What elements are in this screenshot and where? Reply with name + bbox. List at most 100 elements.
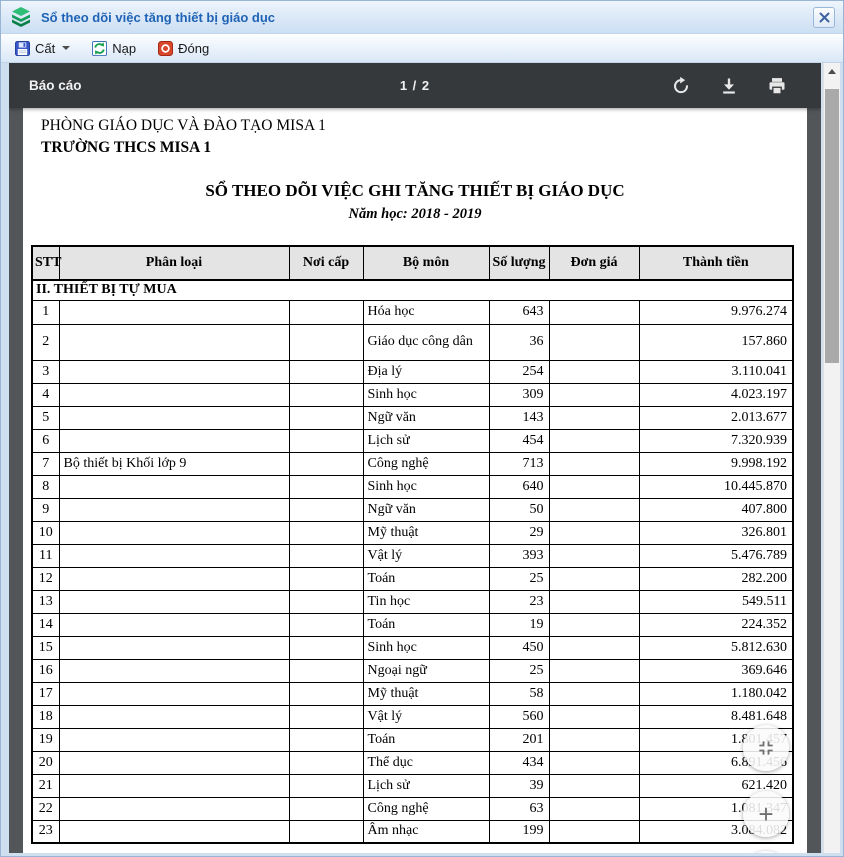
cell-phan-loai: Bộ thiết bị Khối lớp 9 — [58, 451, 290, 476]
cell-stt: 12 — [31, 566, 60, 591]
scroll-up-button[interactable] — [824, 63, 840, 80]
cell-thanh-tien: 5.476.789 — [638, 543, 794, 568]
table-row: 4 Sinh học 309 4.023.197 — [31, 382, 794, 407]
table-row: 17 Mỹ thuật 58 1.180.042 — [31, 681, 794, 706]
table-row: 15 Sinh học 450 5.812.630 — [31, 635, 794, 660]
cell-don-gia — [548, 727, 640, 752]
cell-bo-mon: Công nghệ — [362, 796, 490, 821]
cell-so-luong: 309 — [488, 382, 550, 407]
cell-phan-loai — [58, 658, 290, 683]
cell-noi-cap — [288, 727, 364, 752]
vertical-scrollbar[interactable] — [823, 63, 840, 853]
cell-phan-loai — [58, 612, 290, 637]
table-row: 12 Toán 25 282.200 — [31, 566, 794, 591]
report-title: SỔ THEO DÕI VIỆC GHI TĂNG THIẾT BỊ GIÁO … — [205, 181, 625, 200]
cell-bo-mon: Sinh học — [362, 474, 490, 499]
viewer-actions — [671, 76, 787, 96]
cell-phan-loai — [58, 750, 290, 775]
cell-noi-cap — [288, 474, 364, 499]
cell-don-gia — [548, 405, 640, 430]
misa-layers-icon — [12, 7, 30, 27]
cell-so-luong: 39 — [488, 773, 550, 798]
cell-don-gia — [548, 589, 640, 614]
cell-stt: 4 — [31, 382, 60, 407]
report-school-year: Năm học: 2018 - 2019 — [348, 206, 482, 222]
cell-stt: 2 — [31, 323, 60, 361]
cell-thanh-tien: 157.860 — [638, 323, 794, 361]
cell-noi-cap — [288, 359, 364, 384]
cell-phan-loai — [58, 819, 290, 844]
cell-don-gia — [548, 543, 640, 568]
cell-bo-mon: Hóa học — [362, 299, 490, 325]
cell-phan-loai — [58, 497, 290, 522]
scrollbar-thumb[interactable] — [825, 89, 839, 363]
cell-stt: 23 — [31, 819, 60, 844]
table-row: 6 Lịch sử 454 7.320.939 — [31, 428, 794, 453]
cell-noi-cap — [288, 299, 364, 325]
cell-noi-cap — [288, 612, 364, 637]
close-button[interactable]: Đóng — [150, 38, 217, 59]
floppy-disk-icon — [15, 40, 30, 56]
close-button-label: Đóng — [178, 40, 210, 56]
cell-bo-mon: Thể dục — [362, 750, 490, 775]
table-row: 23Âm nhạc1993.084.082 — [31, 819, 794, 844]
table-row: 7 Bộ thiết bị Khối lớp 9 Công nghệ 713 9.998… — [31, 451, 794, 476]
cell-phan-loai — [58, 299, 290, 325]
cell-don-gia — [548, 566, 640, 591]
cell-stt: 17 — [31, 681, 60, 706]
cell-so-luong: 201 — [488, 727, 550, 752]
fit-to-page-icon — [759, 741, 773, 755]
cell-phan-loai — [58, 382, 290, 407]
table-body: 1 Hóa học 643 9.976.274 2 Giáo dục công dân 36… — [31, 299, 794, 844]
save-button[interactable]: Cất — [7, 38, 78, 59]
table-row: 13 Tin học 23 549.511 — [31, 589, 794, 614]
fit-to-page-button[interactable] — [743, 725, 789, 771]
table-row: 5 Ngữ văn 143 2.013.677 — [31, 405, 794, 430]
cell-stt: 20 — [31, 750, 60, 775]
cell-phan-loai — [58, 428, 290, 453]
download-icon[interactable] — [719, 76, 739, 96]
cell-thanh-tien: 326.801 — [638, 520, 794, 545]
cell-noi-cap — [288, 819, 364, 844]
zoom-in-button[interactable]: + — [743, 791, 789, 837]
cell-noi-cap — [288, 681, 364, 706]
cell-so-luong: 63 — [488, 796, 550, 821]
cell-stt: 15 — [31, 635, 60, 660]
cell-stt: 3 — [31, 359, 60, 384]
cell-noi-cap — [288, 323, 364, 361]
department-name: PHÒNG GIÁO DỤC VÀ ĐÀO TẠO MISA 1 — [41, 117, 326, 134]
cell-thanh-tien: 1.180.042 — [638, 681, 794, 706]
cell-noi-cap — [288, 750, 364, 775]
cell-stt: 18 — [31, 704, 60, 729]
cell-thanh-tien: 7.320.939 — [638, 428, 794, 453]
rotate-icon[interactable] — [671, 76, 691, 96]
load-button[interactable]: Nạp — [84, 38, 144, 59]
cell-don-gia — [548, 497, 640, 522]
caret-down-icon — [62, 46, 71, 50]
print-icon[interactable] — [767, 76, 787, 96]
section-label: II. THIẾT BỊ TỰ MUA — [31, 279, 794, 301]
window-close-button[interactable] — [813, 6, 835, 28]
cell-so-luong: 19 — [488, 612, 550, 637]
cell-stt: 5 — [31, 405, 60, 430]
cell-bo-mon: Ngữ văn — [362, 405, 490, 430]
cell-bo-mon: Ngữ văn — [362, 497, 490, 522]
cell-don-gia — [548, 635, 640, 660]
cell-phan-loai — [58, 635, 290, 660]
table-row: 14 Toán 19 224.352 — [31, 612, 794, 637]
cell-so-luong: 640 — [488, 474, 550, 499]
cell-so-luong: 23 — [488, 589, 550, 614]
save-button-label: Cất — [35, 40, 56, 56]
table-row: 11 Vật lý 393 5.476.789 — [31, 543, 794, 568]
cell-don-gia — [548, 323, 640, 361]
cell-noi-cap — [288, 658, 364, 683]
cell-bo-mon: Mỹ thuật — [362, 520, 490, 545]
cell-bo-mon: Âm nhạc — [362, 819, 490, 844]
cell-so-luong: 254 — [488, 359, 550, 384]
cell-phan-loai — [58, 405, 290, 430]
table-row: 16 Ngoại ngữ 25 369.646 — [31, 658, 794, 683]
cell-thanh-tien: 282.200 — [638, 566, 794, 591]
cell-thanh-tien: 549.511 — [638, 589, 794, 614]
equipment-table: STT Phân loại Nơi cấp Bộ môn Số lượng Đơ… — [31, 245, 794, 844]
cell-so-luong: 643 — [488, 299, 550, 325]
